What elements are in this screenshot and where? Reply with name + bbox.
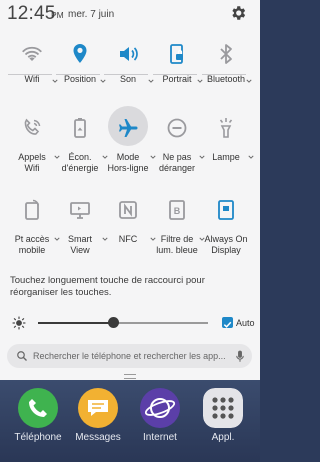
microphone-icon[interactable] (236, 350, 244, 363)
apps-icon (203, 388, 243, 428)
tile-airplane[interactable]: Mode Hors-ligne (102, 106, 156, 190)
power-saving-icon (68, 116, 92, 140)
mobile-hotspot-icon (20, 198, 44, 222)
date: mer. 7 juin (68, 9, 115, 20)
tile-label: Bluetooth (206, 74, 246, 84)
search-icon (17, 351, 27, 361)
sound-icon (116, 42, 140, 66)
tile-mobile-hotspot[interactable]: Pt accès mobile (6, 192, 60, 272)
tile-flashlight[interactable]: Lampe (200, 110, 254, 190)
reorder-hint: Touchez longuement touche de raccourci p… (10, 275, 205, 298)
wifi-calling-icon (20, 116, 44, 140)
internet-icon (140, 388, 180, 428)
clock-ampm: PM (51, 10, 64, 20)
location-icon (68, 42, 92, 66)
panel-drag-handle[interactable] (124, 374, 136, 379)
tile-label: Lampe (212, 152, 240, 162)
smart-view-icon (68, 198, 92, 222)
app-label: Messages (75, 432, 121, 443)
tile-bluetooth[interactable]: Bluetooth (200, 36, 252, 116)
dock-app-apps[interactable]: Appl. (193, 388, 253, 448)
phone-icon (18, 388, 58, 428)
tile-label: Always On Display (204, 234, 248, 255)
svg-text:B: B (174, 206, 181, 216)
portrait-rotation-icon (165, 42, 189, 66)
app-label: Téléphone (14, 432, 62, 443)
do-not-disturb-icon (165, 116, 189, 140)
tile-always-on-display[interactable]: Always On Display (200, 192, 252, 272)
dock-app-internet[interactable]: Internet (130, 388, 190, 448)
airplane-icon (116, 116, 140, 140)
tile-power-saving[interactable]: Écon. d'énergie (54, 110, 108, 190)
quick-settings-panel: 12:45 PM mer. 7 juin Wifi Position Son Port… (0, 0, 260, 380)
wifi-icon (20, 42, 44, 66)
tile-nfc[interactable]: NFC (102, 192, 156, 272)
dock-app-phone[interactable]: Téléphone (8, 388, 68, 448)
auto-brightness-checkbox[interactable] (222, 317, 233, 328)
flashlight-icon (214, 116, 238, 140)
nfc-icon (116, 198, 140, 222)
app-label: Internet (143, 432, 177, 443)
app-label: Appl. (211, 432, 235, 443)
search-placeholder: Rechercher le téléphone et rechercher le… (33, 351, 226, 361)
status-header: 12:45 PM mer. 7 juin (0, 0, 260, 30)
check-icon (223, 321, 232, 328)
tile-do-not-disturb[interactable]: Ne pas déranger (151, 110, 205, 190)
brightness-icon (12, 316, 26, 330)
dock-app-messages[interactable]: Messages (68, 388, 128, 448)
home-dock: Téléphone Messages Internet Appl. (0, 380, 260, 462)
messages-icon (78, 388, 118, 428)
clock: 12:45 (7, 3, 56, 24)
brightness-slider-thumb[interactable] (108, 317, 119, 328)
brightness-slider-filled[interactable] (38, 322, 114, 324)
settings-gear-icon[interactable] (229, 4, 247, 22)
tile-wifi-calling[interactable]: Appels Wifi (6, 110, 60, 190)
tile-blue-light-filter[interactable]: B Filtre de lum. bleue (151, 192, 205, 272)
bluetooth-icon (214, 42, 238, 66)
blue-light-filter-icon: B (165, 198, 189, 222)
auto-brightness-label: Auto (236, 318, 255, 328)
tile-smart-view[interactable]: Smart View (54, 192, 108, 272)
always-on-display-icon (214, 198, 238, 222)
finder-search-bar[interactable]: Rechercher le téléphone et rechercher le… (7, 344, 252, 368)
brightness-slider-track[interactable] (114, 322, 208, 324)
